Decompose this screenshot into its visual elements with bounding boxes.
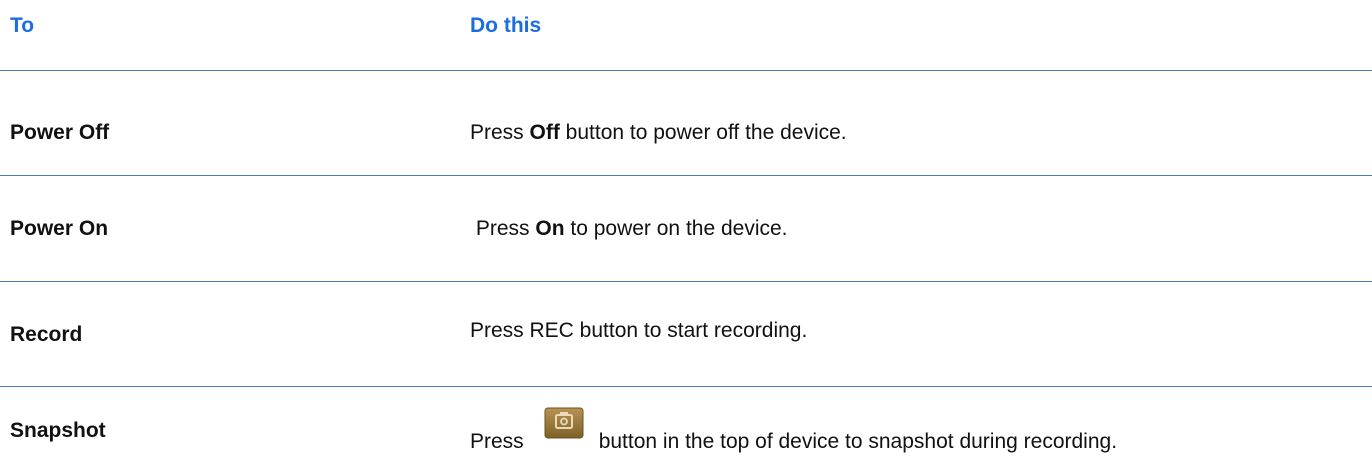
instructions-table: To Do this Power Off Press Off button to… <box>0 0 1372 472</box>
text-segment: Press <box>470 430 524 453</box>
text-segment: Press <box>470 121 530 144</box>
header-to: To <box>10 14 35 37</box>
row-do-power-off: Press Off button to power off the device… <box>470 121 847 145</box>
table-row: Snapshot Press button in the top of devi… <box>0 387 1372 472</box>
row-to-power-on: Power On <box>10 217 109 240</box>
text-segment: button to power off the device. <box>559 121 847 144</box>
row-do-snapshot: Press button in the top of device to sna… <box>470 407 1117 453</box>
table-row: Power On Press On to power on the device… <box>0 176 1372 282</box>
table-row: Record Press REC button to start recordi… <box>0 282 1372 387</box>
table-header: To Do this <box>0 0 1372 71</box>
row-to-snapshot: Snapshot <box>10 419 106 442</box>
text-segment: to power on the device. <box>564 217 788 240</box>
row-to-power-off: Power Off <box>10 121 110 144</box>
camera-snapshot-icon <box>544 407 584 439</box>
text-segment: Press <box>470 217 536 240</box>
bold-segment: Off <box>529 121 560 144</box>
row-to-record: Record <box>10 323 83 346</box>
table-row: Power Off Press Off button to power off … <box>0 71 1372 176</box>
row-do-power-on: Press On to power on the device. <box>470 217 788 241</box>
text-segment: button in the top of device to snapshot … <box>598 430 1118 453</box>
row-do-record: Press REC button to start recording. <box>470 319 808 342</box>
header-do-this: Do this <box>470 14 542 37</box>
bold-segment: On <box>535 217 565 240</box>
